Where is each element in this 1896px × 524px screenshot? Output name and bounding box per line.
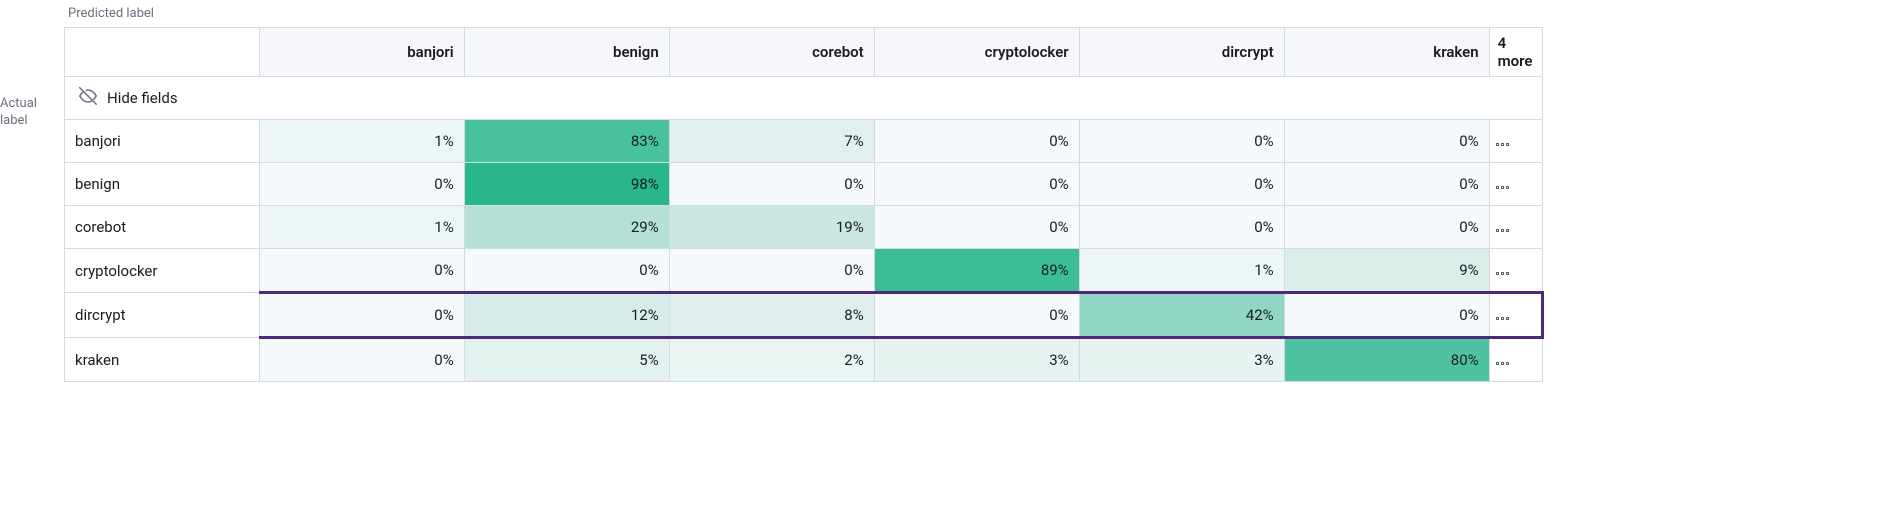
row-header[interactable]: banjori [65,120,260,163]
column-header[interactable]: cryptolocker [874,28,1079,77]
confusion-matrix-table: Hide fields banjori benign corebot crypt… [64,27,1544,382]
matrix-cell[interactable]: 3% [1079,338,1284,382]
matrix-cell[interactable]: 0% [874,120,1079,163]
row-header[interactable]: benign [65,163,260,206]
column-header[interactable]: benign [464,28,669,77]
matrix-cell[interactable]: 0% [669,249,874,293]
ellipsis-icon [1496,362,1509,365]
matrix-cell[interactable]: 0% [259,163,464,206]
matrix-cell[interactable]: 3% [874,338,1079,382]
table-row: corebot1%29%19%0%0%0% [65,206,1543,249]
matrix-cell[interactable]: 0% [259,293,464,338]
eye-off-icon [79,87,97,109]
matrix-cell[interactable]: 29% [464,206,669,249]
matrix-cell[interactable]: 0% [874,206,1079,249]
matrix-cell[interactable]: 89% [874,249,1079,293]
ellipsis-icon [1496,229,1509,232]
matrix-cell[interactable]: 42% [1079,293,1284,338]
matrix-cell[interactable]: 0% [874,163,1079,206]
row-header[interactable]: cryptolocker [65,249,260,293]
more-cells-button[interactable] [1489,293,1542,338]
column-header[interactable]: kraken [1284,28,1489,77]
matrix-cell[interactable]: 0% [259,338,464,382]
table-row: cryptolocker0%0%0%89%1%9% [65,249,1543,293]
more-cells-button[interactable] [1489,249,1542,293]
table-row: dircrypt0%12%8%0%42%0% [65,293,1543,338]
table-row: kraken0%5%2%3%3%80% [65,338,1543,382]
ellipsis-icon [1496,143,1509,146]
column-header[interactable]: banjori [259,28,464,77]
more-cells-button[interactable] [1489,163,1542,206]
matrix-cell[interactable]: 0% [1284,206,1489,249]
matrix-cell[interactable]: 83% [464,120,669,163]
row-header[interactable]: dircrypt [65,293,260,338]
column-header[interactable]: corebot [669,28,874,77]
ellipsis-icon [1496,317,1509,320]
row-header[interactable]: corebot [65,206,260,249]
more-cells-button[interactable] [1489,206,1542,249]
matrix-cell[interactable]: 0% [464,249,669,293]
table-row: benign0%98%0%0%0%0% [65,163,1543,206]
more-cells-button[interactable] [1489,338,1542,382]
matrix-cell[interactable]: 7% [669,120,874,163]
ellipsis-icon [1496,186,1509,189]
matrix-cell[interactable]: 0% [1284,120,1489,163]
matrix-cell[interactable]: 0% [1284,293,1489,338]
hide-fields-label: Hide fields [107,89,178,107]
actual-axis-label: Actual label [0,96,60,130]
matrix-cell[interactable]: 12% [464,293,669,338]
matrix-cell[interactable]: 0% [259,249,464,293]
matrix-cell[interactable]: 0% [1284,163,1489,206]
matrix-cell[interactable]: 0% [1079,163,1284,206]
more-columns-header[interactable]: 4 more [1489,28,1542,77]
matrix-cell[interactable]: 8% [669,293,874,338]
matrix-cell[interactable]: 2% [669,338,874,382]
table-row: banjori1%83%7%0%0%0% [65,120,1543,163]
matrix-cell[interactable]: 80% [1284,338,1489,382]
matrix-cell[interactable]: 0% [874,293,1079,338]
matrix-cell[interactable]: 1% [259,206,464,249]
column-header-row: banjori benign corebot cryptolocker dirc… [65,28,1543,77]
hide-fields-button[interactable]: Hide fields [65,77,1542,119]
matrix-cell[interactable]: 98% [464,163,669,206]
column-header[interactable]: dircrypt [1079,28,1284,77]
matrix-cell[interactable]: 0% [1079,206,1284,249]
matrix-cell[interactable]: 0% [669,163,874,206]
predicted-axis-label: Predicted label [68,6,1896,21]
matrix-cell[interactable]: 9% [1284,249,1489,293]
matrix-cell[interactable]: 0% [1079,120,1284,163]
column-header-blank [65,28,260,77]
row-header[interactable]: kraken [65,338,260,382]
matrix-cell[interactable]: 1% [1079,249,1284,293]
more-cells-button[interactable] [1489,120,1542,163]
ellipsis-icon [1496,272,1509,275]
matrix-cell[interactable]: 1% [259,120,464,163]
matrix-cell[interactable]: 19% [669,206,874,249]
matrix-cell[interactable]: 5% [464,338,669,382]
